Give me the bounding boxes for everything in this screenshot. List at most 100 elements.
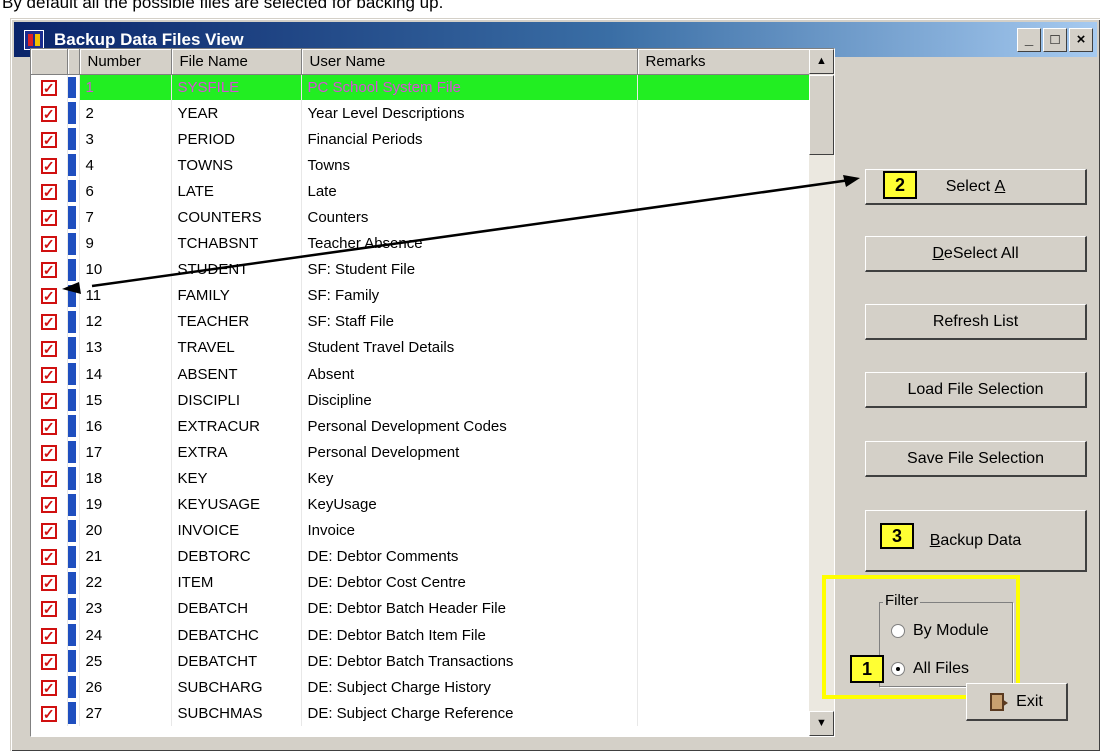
row-marker	[67, 74, 80, 101]
table-row[interactable]: ✓ 6 LATE Late	[31, 178, 812, 205]
save-file-selection-button[interactable]: Save File Selection	[865, 441, 1087, 477]
table-row[interactable]: ✓ 11 FAMILY SF: Family	[31, 282, 812, 309]
table-row[interactable]: ✓ 25 DEBATCHT DE: Debtor Batch Transactions	[31, 648, 812, 675]
header-file-name[interactable]: File Name	[171, 49, 302, 75]
row-checkbox-cell[interactable]: ✓	[31, 334, 68, 362]
table-row[interactable]: ✓ 16 EXTRACUR Personal Development Codes	[31, 413, 812, 440]
by-module-option[interactable]: By Module	[891, 622, 989, 640]
table-row[interactable]: ✓ 23 DEBATCH DE: Debtor Batch Header File	[31, 595, 812, 622]
table-row[interactable]: ✓ 22 ITEM DE: Debtor Cost Centre	[31, 569, 812, 596]
table-row[interactable]: ✓ 4 TOWNS Towns	[31, 152, 812, 179]
row-checkbox[interactable]: ✓	[40, 705, 57, 722]
table-row[interactable]: ✓ 3 PERIOD Financial Periods	[31, 126, 812, 153]
table-row[interactable]: ✓ 17 EXTRA Personal Development	[31, 439, 812, 466]
row-checkbox[interactable]: ✓	[40, 679, 57, 696]
refresh-list-button[interactable]: Refresh List	[865, 304, 1087, 340]
row-checkbox[interactable]: ✓	[40, 210, 57, 227]
row-checkbox-cell[interactable]: ✓	[31, 230, 68, 257]
row-checkbox[interactable]: ✓	[40, 157, 57, 174]
row-marker	[67, 439, 80, 466]
row-checkbox-cell[interactable]: ✓	[31, 256, 68, 283]
row-checkbox-cell[interactable]: ✓	[31, 178, 68, 205]
table-row[interactable]: ✓ 9 TCHABSNT Teacher Absence	[31, 230, 812, 257]
row-checkbox-cell[interactable]: ✓	[31, 100, 68, 127]
row-checkbox-cell[interactable]: ✓	[31, 308, 68, 335]
row-checkbox[interactable]: ✓	[40, 523, 57, 540]
row-checkbox[interactable]: ✓	[40, 314, 57, 331]
header-remarks[interactable]: Remarks	[637, 49, 812, 75]
all-files-radio[interactable]	[891, 662, 905, 676]
row-checkbox-cell[interactable]: ✓	[31, 439, 68, 466]
row-checkbox[interactable]: ✓	[40, 131, 57, 148]
row-checkbox-cell[interactable]: ✓	[31, 74, 68, 101]
row-checkbox[interactable]: ✓	[40, 392, 57, 409]
close-button[interactable]: ×	[1069, 27, 1093, 52]
table-row[interactable]: ✓ 21 DEBTORC DE: Debtor Comments	[31, 543, 812, 570]
row-checkbox-cell[interactable]: ✓	[31, 674, 68, 701]
row-checkbox[interactable]: ✓	[40, 470, 57, 487]
row-checkbox[interactable]: ✓	[40, 340, 57, 357]
table-row[interactable]: ✓ 19 KEYUSAGE KeyUsage	[31, 491, 812, 518]
table-row[interactable]: ✓ 26 SUBCHARG DE: Subject Charge History	[31, 674, 812, 701]
row-checkbox[interactable]: ✓	[40, 497, 57, 514]
row-checkbox[interactable]: ✓	[40, 262, 57, 279]
deselect-all-label-post: eSelect All	[943, 244, 1019, 262]
row-checkbox-cell[interactable]: ✓	[31, 126, 68, 153]
row-checkbox-cell[interactable]: ✓	[31, 700, 68, 727]
row-checkbox[interactable]: ✓	[40, 105, 57, 122]
row-checkbox[interactable]: ✓	[40, 366, 57, 383]
table-row[interactable]: ✓ 27 SUBCHMAS DE: Subject Charge Reference	[31, 700, 812, 727]
exit-button[interactable]: Exit	[966, 683, 1068, 721]
scroll-down-button[interactable]: ▼	[809, 711, 834, 736]
cell-file-name: EXTRACUR	[171, 413, 302, 440]
row-checkbox-cell[interactable]: ✓	[31, 595, 68, 622]
row-checkbox[interactable]: ✓	[40, 575, 57, 592]
all-files-option[interactable]: All Files	[891, 660, 969, 678]
by-module-radio[interactable]	[891, 624, 905, 638]
row-checkbox-cell[interactable]: ✓	[31, 282, 68, 309]
row-checkbox-cell[interactable]: ✓	[31, 648, 68, 675]
scroll-thumb[interactable]	[809, 75, 834, 155]
row-checkbox[interactable]: ✓	[40, 653, 57, 670]
row-checkbox[interactable]: ✓	[40, 79, 57, 96]
table-row[interactable]: ✓ 14 ABSENT Absent	[31, 361, 812, 388]
row-checkbox-cell[interactable]: ✓	[31, 152, 68, 179]
row-checkbox-cell[interactable]: ✓	[31, 569, 68, 596]
header-user-name[interactable]: User Name	[301, 49, 638, 75]
row-checkbox[interactable]: ✓	[40, 627, 57, 644]
header-number[interactable]: Number	[79, 49, 172, 75]
row-checkbox-cell[interactable]: ✓	[31, 413, 68, 440]
scroll-up-button[interactable]: ▲	[809, 49, 834, 74]
table-row[interactable]: ✓ 18 KEY Key	[31, 465, 812, 492]
table-row[interactable]: ✓ 20 INVOICE Invoice	[31, 517, 812, 544]
row-checkbox[interactable]: ✓	[40, 236, 57, 253]
table-row[interactable]: ✓ 1 SYSFILE PC School System File	[31, 74, 812, 101]
row-checkbox[interactable]: ✓	[40, 601, 57, 618]
row-checkbox-cell[interactable]: ✓	[31, 465, 68, 492]
table-row[interactable]: ✓ 2 YEAR Year Level Descriptions	[31, 100, 812, 127]
table-row[interactable]: ✓ 24 DEBATCHC DE: Debtor Batch Item File	[31, 621, 812, 649]
maximize-button[interactable]: □	[1043, 27, 1067, 52]
row-checkbox[interactable]: ✓	[40, 418, 57, 435]
row-checkbox-cell[interactable]: ✓	[31, 543, 68, 570]
row-checkbox[interactable]: ✓	[40, 549, 57, 566]
minimize-button[interactable]: _	[1017, 27, 1041, 52]
row-checkbox[interactable]: ✓	[40, 183, 57, 200]
row-checkbox-cell[interactable]: ✓	[31, 204, 68, 231]
row-checkbox[interactable]: ✓	[40, 444, 57, 461]
table-row[interactable]: ✓ 12 TEACHER SF: Staff File	[31, 308, 812, 335]
cell-remarks	[637, 282, 812, 309]
table-row[interactable]: ✓ 7 COUNTERS Counters	[31, 204, 812, 231]
row-checkbox-cell[interactable]: ✓	[31, 517, 68, 544]
deselect-all-button[interactable]: DeSelect All	[865, 236, 1087, 272]
table-row[interactable]: ✓ 13 TRAVEL Student Travel Details	[31, 334, 812, 362]
files-grid[interactable]: Number File Name User Name Remarks ✓ 1 SYS…	[30, 48, 835, 737]
table-row[interactable]: ✓ 15 DISCIPLI Discipline	[31, 387, 812, 414]
row-checkbox-cell[interactable]: ✓	[31, 387, 68, 414]
row-checkbox-cell[interactable]: ✓	[31, 361, 68, 388]
load-file-selection-button[interactable]: Load File Selection	[865, 372, 1087, 408]
row-checkbox[interactable]: ✓	[40, 288, 57, 305]
row-checkbox-cell[interactable]: ✓	[31, 491, 68, 518]
table-row[interactable]: ✓ 10 STUDENT SF: Student File	[31, 256, 812, 283]
row-checkbox-cell[interactable]: ✓	[31, 621, 68, 649]
